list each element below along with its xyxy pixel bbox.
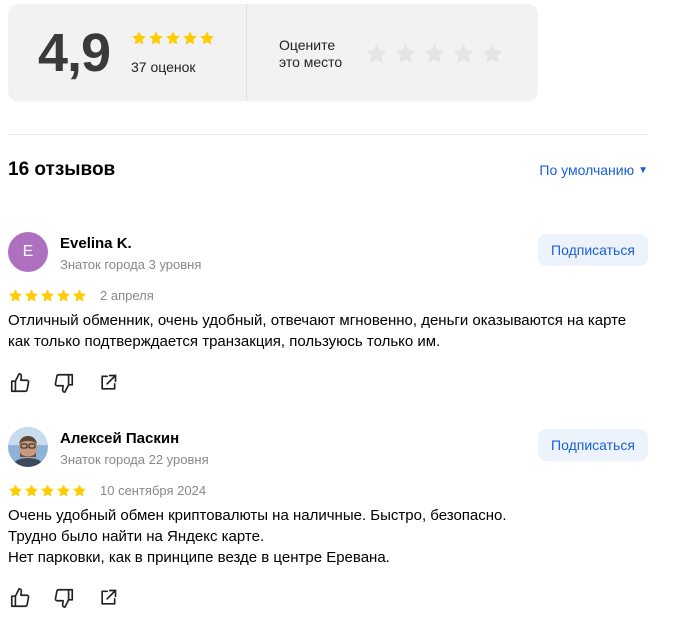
star-icon [56,483,71,503]
rate-prompt-line2: это место [279,54,343,70]
review-date: 10 сентября 2024 [100,483,207,498]
sort-dropdown[interactable]: По умолчанию ▼ [539,162,648,178]
like-icon[interactable] [8,586,32,610]
star-icon [148,30,164,51]
star-icon [24,288,39,308]
star-icon [72,483,87,503]
dislike-icon[interactable] [52,371,76,395]
rating-card: 4,9 37 оценок Оцените это место [8,4,538,101]
reviews-count-title: 16 отзывов [8,159,116,180]
rating-stars [131,30,215,51]
review-stars [8,483,87,503]
rating-count: 37 оценок [131,59,196,75]
rate-prompt-line1: Оцените [279,37,336,53]
rate-star-2-icon[interactable] [394,42,417,70]
sort-label: По умолчанию [539,162,635,178]
avatar[interactable]: E [8,232,48,272]
review-text: Очень удобный обмен криптовалюты на нали… [8,507,507,566]
review-date: 2 апреля [100,288,154,303]
rate-stars-input[interactable] [365,42,504,70]
star-icon [199,30,215,51]
star-icon [40,483,55,503]
star-icon [182,30,198,51]
rate-star-1-icon[interactable] [365,42,388,70]
star-icon [56,288,71,308]
review-stars [8,288,87,308]
dislike-icon[interactable] [52,586,76,610]
rate-prompt: Оцените это место [279,37,342,71]
rating-score: 4,9 [38,23,111,83]
review-actions [8,371,120,395]
rate-star-3-icon[interactable] [423,42,446,70]
star-icon [8,483,23,503]
rate-place-block: Оцените это место [247,4,538,101]
subscribe-button[interactable]: Подписаться [538,234,648,266]
star-icon [165,30,181,51]
like-icon[interactable] [8,371,32,395]
author-level: Знаток города 22 уровня [60,452,209,467]
star-icon [131,30,147,51]
avatar[interactable] [8,427,48,467]
rate-star-4-icon[interactable] [452,42,475,70]
star-icon [8,288,23,308]
caret-down-icon: ▼ [638,164,648,176]
star-icon [24,483,39,503]
rate-star-5-icon[interactable] [481,42,504,70]
author-name[interactable]: Evelina K. [60,235,132,252]
divider [8,134,648,135]
star-icon [40,288,55,308]
author-name[interactable]: Алексей Паскин [60,430,179,447]
star-icon [72,288,87,308]
share-icon[interactable] [96,586,120,610]
review-actions [8,586,120,610]
share-icon[interactable] [96,371,120,395]
rating-summary: 4,9 37 оценок [8,4,247,101]
author-level: Знаток города 3 уровня [60,257,202,272]
review-text: Отличный обменник, очень удобный, отвеча… [8,312,627,350]
subscribe-button[interactable]: Подписаться [538,429,648,461]
